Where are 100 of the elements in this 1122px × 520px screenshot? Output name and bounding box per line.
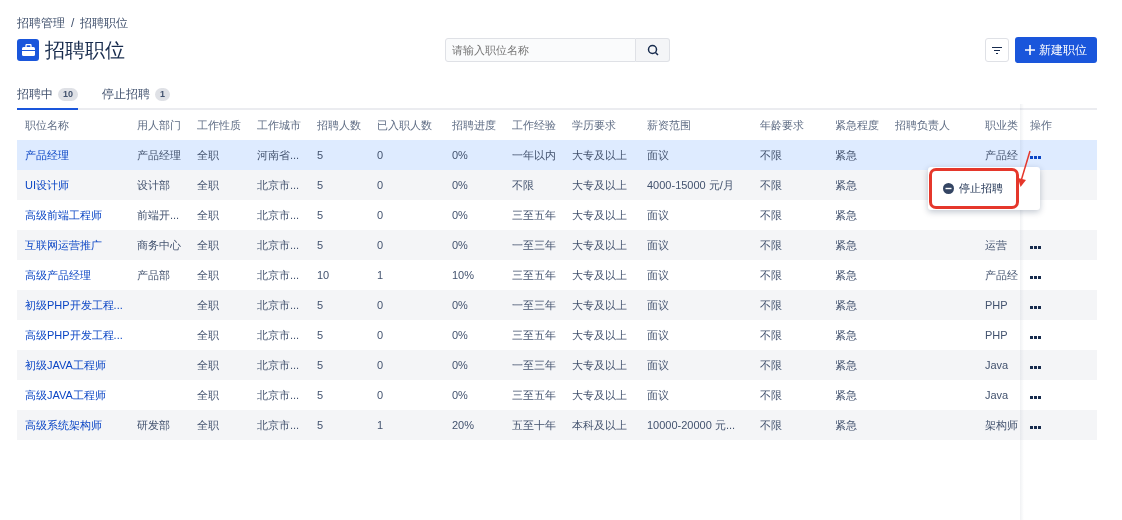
more-icon[interactable] (1030, 425, 1041, 429)
table-cell: Java (985, 388, 1009, 401)
job-title-link[interactable]: UI设计师 (25, 178, 69, 191)
menu-item[interactable]: 停止招聘 (932, 171, 1016, 206)
table-cell: 紧急 (835, 358, 857, 371)
annotation-arrow (1017, 150, 1033, 188)
table-cell: 不限 (760, 418, 782, 431)
column-header: 学历要求 (572, 118, 616, 131)
table-cell: 北京市... (257, 208, 300, 221)
table-cell: 0 (377, 358, 384, 371)
new-position-button[interactable]: 新建职位 (1015, 37, 1097, 63)
more-icon[interactable] (1030, 365, 1041, 369)
breadcrumb-current: 招聘职位 (80, 15, 129, 32)
table-row[interactable]: 高级系统架构师 研发部 全职 北京市... 5 1 20% 五至十年 本科及以上 10000-20000 元... 不限 紧急 架构师 (17, 410, 1097, 440)
column-header: 紧急程度 (835, 118, 879, 131)
table-cell: 大专及以上 (572, 208, 627, 221)
table-row[interactable]: 高级产品经理 产品部 全职 北京市... 10 1 10% 三至五年 大专及以上 面议 不限 紧急 产品经 (17, 260, 1097, 290)
table-cell: 10000-20000 元... (647, 418, 736, 431)
job-title-link[interactable]: 高级前端工程师 (25, 208, 102, 221)
table-cell: 面议 (647, 238, 669, 251)
table-cell: 不限 (760, 388, 782, 401)
table-row[interactable]: 互联网运营推广 商务中心 全职 北京市... 5 0 0% 一至三年 大专及以上 面议 不限 紧急 运营 (17, 230, 1097, 260)
table-cell: 大专及以上 (572, 268, 627, 281)
table-cell: 一至三年 (512, 238, 556, 251)
table-cell: 0 (377, 148, 384, 161)
breadcrumb-link[interactable]: 招聘管理 (17, 14, 65, 32)
table-cell: 不限 (512, 178, 534, 191)
table-cell: 北京市... (257, 328, 300, 341)
table-cell: 一至三年 (512, 358, 556, 371)
table-cell: 运营 (985, 238, 1007, 251)
table-cell: 10% (452, 268, 475, 281)
search-field[interactable]: 请输入职位名称 (445, 38, 636, 62)
table-cell: 0 (377, 178, 384, 191)
column-header: 用人部门 (137, 118, 181, 131)
tab[interactable]: 停止招聘 1 (102, 85, 171, 110)
table-cell: 全职 (197, 178, 219, 191)
table-cell: 0% (452, 358, 468, 371)
table-row[interactable]: 初级PHP开发工程... 全职 北京市... 5 0 0% 一至三年 大专及以上 面议 不限 紧急 PHP (17, 290, 1097, 320)
more-icon[interactable] (1030, 275, 1041, 279)
table-cell: 0% (452, 298, 468, 311)
table-cell: 10 (317, 268, 330, 281)
more-icon[interactable] (1030, 245, 1041, 249)
job-title-link[interactable]: 产品经理 (25, 148, 69, 161)
table-cell: 紧急 (835, 298, 857, 311)
table-cell: 全职 (197, 298, 219, 311)
count-badge: 1 (155, 87, 171, 101)
more-icon[interactable] (1030, 305, 1041, 309)
table-row[interactable]: 产品经理 产品经理 全职 河南省... 5 0 0% 一年以内 大专及以上 面议 不限 紧急 产品经 (17, 140, 1097, 170)
column-header: 招聘人数 (317, 118, 361, 131)
column-header: 职位名称 (25, 118, 69, 131)
table-cell: 前端开... (137, 208, 180, 221)
table-cell: 紧急 (835, 388, 857, 401)
table-cell: 一至三年 (512, 298, 556, 311)
table-cell: 紧急 (835, 238, 857, 251)
table-cell: 0 (377, 298, 384, 311)
table-cell: 全职 (197, 268, 219, 281)
more-icon[interactable] (1030, 395, 1041, 399)
table-cell: 全职 (197, 208, 219, 221)
table-cell: 5 (317, 418, 324, 431)
table-cell: 产品部 (137, 268, 170, 281)
table-cell: 0 (377, 328, 384, 341)
table-cell: 紧急 (835, 268, 857, 281)
column-header: 工作性质 (197, 118, 241, 131)
table-cell: 北京市... (257, 238, 300, 251)
table-cell: 紧急 (835, 328, 857, 341)
table-cell: 本科及以上 (572, 418, 627, 431)
table-cell: 全职 (197, 418, 219, 431)
table-cell: 20% (452, 418, 475, 431)
table-cell: 架构师 (985, 418, 1018, 431)
table-cell: 面议 (647, 298, 669, 311)
table-cell: 三至五年 (512, 208, 556, 221)
table-cell: 产品经 (985, 148, 1018, 161)
table-row[interactable]: 高级JAVA工程师 全职 北京市... 5 0 0% 三至五年 大专及以上 面议 不限 紧急 Java (17, 380, 1097, 410)
job-title-link[interactable]: 高级PHP开发工程... (25, 328, 123, 341)
table-cell: 5 (317, 328, 324, 341)
job-title-link[interactable]: 高级产品经理 (25, 268, 91, 281)
table-cell: 一年以内 (512, 148, 556, 161)
more-icon[interactable] (1030, 155, 1041, 159)
filter-button[interactable] (985, 38, 1009, 62)
table-cell: 大专及以上 (572, 388, 627, 401)
table-row[interactable]: 初级JAVA工程师 全职 北京市... 5 0 0% 一至三年 大专及以上 面议 不限 紧急 Java (17, 350, 1097, 380)
table-cell: 三至五年 (512, 328, 556, 341)
table-cell: 北京市... (257, 178, 300, 191)
table-cell: 全职 (197, 238, 219, 251)
more-icon[interactable] (1030, 335, 1041, 339)
table-cell: 1 (377, 268, 384, 281)
table-cell: 大专及以上 (572, 178, 627, 191)
tab[interactable]: 招聘中 10 (17, 85, 78, 110)
search-button[interactable] (636, 38, 670, 62)
table-cell: 北京市... (257, 268, 300, 281)
table-cell: 不限 (760, 208, 782, 221)
table-row[interactable]: 高级PHP开发工程... 全职 北京市... 5 0 0% 三至五年 大专及以上 面议 不限 紧急 PHP (17, 320, 1097, 350)
table-cell: 紧急 (835, 148, 857, 161)
count-badge: 10 (58, 87, 78, 101)
table-cell: 北京市... (257, 298, 300, 311)
table-cell: 大专及以上 (572, 328, 627, 341)
column-header: 工作城市 (257, 118, 301, 131)
page-title: 招聘职位 (45, 38, 125, 63)
table-cell: 全职 (197, 148, 219, 161)
job-title-link[interactable]: 高级JAVA工程师 (25, 388, 106, 401)
